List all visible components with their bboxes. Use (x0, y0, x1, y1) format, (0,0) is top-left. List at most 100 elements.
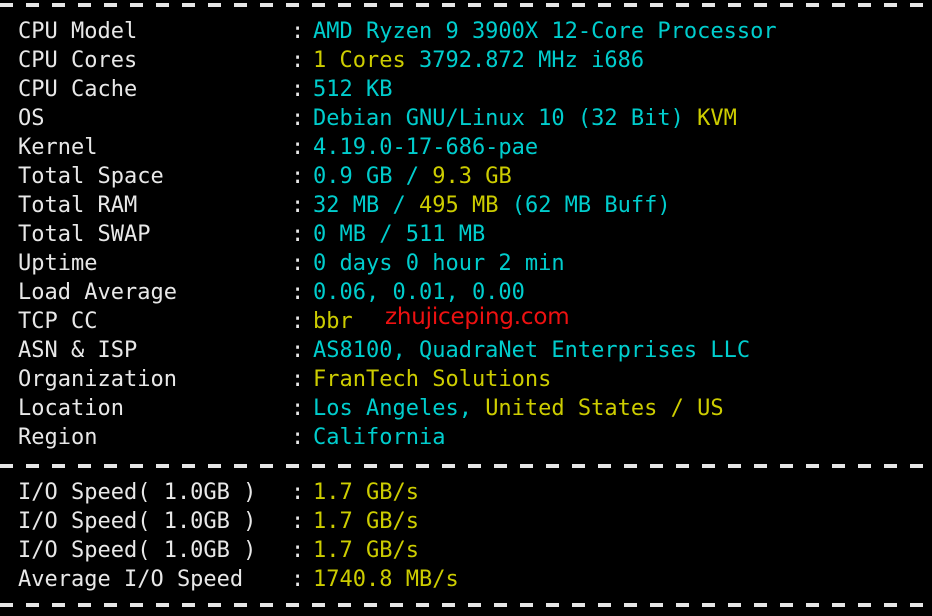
system-info-value: Los Angeles, United States / US (313, 394, 724, 423)
system-info-value: 32 MB / 495 MB (62 MB Buff) (313, 191, 671, 220)
row-colon: : (291, 394, 304, 423)
system-info-value: 0 MB / 511 MB (313, 220, 485, 249)
system-info-value: 0 days 0 hour 2 min (313, 249, 565, 278)
system-info-value-segment: 0 days 0 hour 2 min (313, 251, 565, 276)
row-colon: : (291, 75, 304, 104)
io-result-label: I/O Speed( 1.0GB ) (18, 478, 256, 507)
row-colon: : (291, 536, 304, 565)
output-row: Total Space:0.9 GB / 9.3 GB (0, 162, 932, 191)
output-row: ASN & ISP: AS8100, QuadraNet Enterprises … (0, 336, 932, 365)
output-row: Location: Los Angeles, United States / US (0, 394, 932, 423)
system-info-label: Total Space (18, 162, 164, 191)
system-info-value: 0.9 GB / 9.3 GB (313, 162, 512, 191)
output-row: Total RAM:32 MB / 495 MB (62 MB Buff) (0, 191, 932, 220)
output-row: Organization:FranTech Solutions (0, 365, 932, 394)
system-info-value-segment: Los Angeles, (313, 396, 485, 421)
system-info-value-segment: 0.06, 0.01, 0.00 (313, 280, 525, 305)
row-colon: : (291, 17, 304, 46)
system-info-value-segment: United States / US (485, 396, 723, 421)
separator-middle (0, 464, 932, 468)
system-info-label: Load Average (18, 278, 177, 307)
system-info-value-segment: 512 KB (313, 77, 392, 102)
system-info-value: California (313, 423, 445, 452)
system-info-value-segment: 1 Cores (313, 48, 406, 73)
row-colon: : (291, 220, 304, 249)
system-info-label: Total SWAP (18, 220, 150, 249)
system-info-value-segment: 9.3 GB (432, 164, 511, 189)
separator-top (0, 3, 932, 7)
system-info-label: CPU Model (18, 17, 137, 46)
row-colon: : (291, 336, 304, 365)
system-info-value: AMD Ryzen 9 3900X 12-Core Processor (313, 17, 777, 46)
system-info-label: TCP CC (18, 307, 97, 336)
row-colon: : (291, 278, 304, 307)
system-info-value: 512 KB (313, 75, 392, 104)
output-row: OS: Debian GNU/Linux 10 (32 Bit) KVM (0, 104, 932, 133)
system-info-label: OS (18, 104, 45, 133)
system-info-value-segment: (62 MB Buff) (498, 193, 670, 218)
row-colon: : (291, 249, 304, 278)
output-row: I/O Speed( 1.0GB ):1.7 GB/s (0, 536, 932, 565)
row-colon: : (291, 507, 304, 536)
site-watermark: zhujiceping.com (385, 303, 569, 332)
system-info-value-segment: 3792.872 MHz i686 (406, 48, 644, 73)
io-result-value: 1.7 GB/s (313, 536, 419, 565)
io-result-value-segment: 1740.8 MB/s (313, 567, 459, 592)
system-info-value-segment: 0 MB / 511 MB (313, 222, 485, 247)
io-result-label: I/O Speed( 1.0GB ) (18, 507, 256, 536)
io-result-value-segment: 1.7 GB/s (313, 509, 419, 534)
output-row: CPU Cache:512 KB (0, 75, 932, 104)
row-colon: : (291, 46, 304, 75)
system-info-value-segment: AMD Ryzen 9 3900X 12-Core Processor (313, 19, 777, 44)
system-info-label: ASN & ISP (18, 336, 137, 365)
system-info-value-segment: 495 MB (419, 193, 498, 218)
system-info-value-segment: Debian GNU/Linux 10 (32 Bit) (313, 106, 697, 131)
system-info-value: 4.19.0-17-686-pae (313, 133, 538, 162)
row-colon: : (291, 104, 304, 133)
system-info-label: Total RAM (18, 191, 137, 220)
system-info-label: Kernel (18, 133, 97, 162)
system-info-value-segment: 4.19.0-17-686-pae (313, 135, 538, 160)
output-row: CPU Model: AMD Ryzen 9 3900X 12-Core Proc… (0, 17, 932, 46)
system-info-label: CPU Cores (18, 46, 137, 75)
output-row: Uptime:0 days 0 hour 2 min (0, 249, 932, 278)
output-row: Total SWAP:0 MB / 511 MB (0, 220, 932, 249)
system-info-value-segment: bbr (313, 309, 353, 334)
row-colon: : (291, 365, 304, 394)
system-info-label: Region (18, 423, 97, 452)
system-info-value: FranTech Solutions (313, 365, 551, 394)
system-info-label: Uptime (18, 249, 97, 278)
row-colon: : (291, 478, 304, 507)
system-info-value-segment: 32 MB / (313, 193, 419, 218)
output-row: Kernel:4.19.0-17-686-pae (0, 133, 932, 162)
io-result-value: 1.7 GB/s (313, 507, 419, 536)
row-colon: : (291, 423, 304, 452)
io-result-value-segment: 1.7 GB/s (313, 480, 419, 505)
row-colon: : (291, 162, 304, 191)
output-row: CPU Cores:1 Cores 3792.872 MHz i686 (0, 46, 932, 75)
row-colon: : (291, 133, 304, 162)
system-info-label: CPU Cache (18, 75, 137, 104)
system-info-label: Location (18, 394, 124, 423)
row-colon: : (291, 565, 304, 594)
terminal-output: CPU Model: AMD Ryzen 9 3900X 12-Core Proc… (0, 0, 932, 616)
output-row: I/O Speed( 1.0GB ):1.7 GB/s (0, 478, 932, 507)
system-info-value: Debian GNU/Linux 10 (32 Bit) KVM (313, 104, 737, 133)
system-info-value-segment: FranTech Solutions (313, 367, 551, 392)
io-result-label: I/O Speed( 1.0GB ) (18, 536, 256, 565)
io-result-label: Average I/O Speed (18, 565, 243, 594)
system-info-value: bbr (313, 307, 353, 336)
separator-bottom (0, 603, 932, 607)
output-row: Average I/O Speed:1740.8 MB/s (0, 565, 932, 594)
io-result-value: 1740.8 MB/s (313, 565, 459, 594)
system-info-value-segment: 0.9 GB / (313, 164, 432, 189)
system-info-value-segment: California (313, 425, 445, 450)
output-row: I/O Speed( 1.0GB ):1.7 GB/s (0, 507, 932, 536)
system-info-value: AS8100, QuadraNet Enterprises LLC (313, 336, 750, 365)
io-result-value-segment: 1.7 GB/s (313, 538, 419, 563)
row-colon: : (291, 307, 304, 336)
system-info-value-segment: KVM (697, 106, 737, 131)
io-result-value: 1.7 GB/s (313, 478, 419, 507)
system-info-value: 1 Cores 3792.872 MHz i686 (313, 46, 644, 75)
row-colon: : (291, 191, 304, 220)
